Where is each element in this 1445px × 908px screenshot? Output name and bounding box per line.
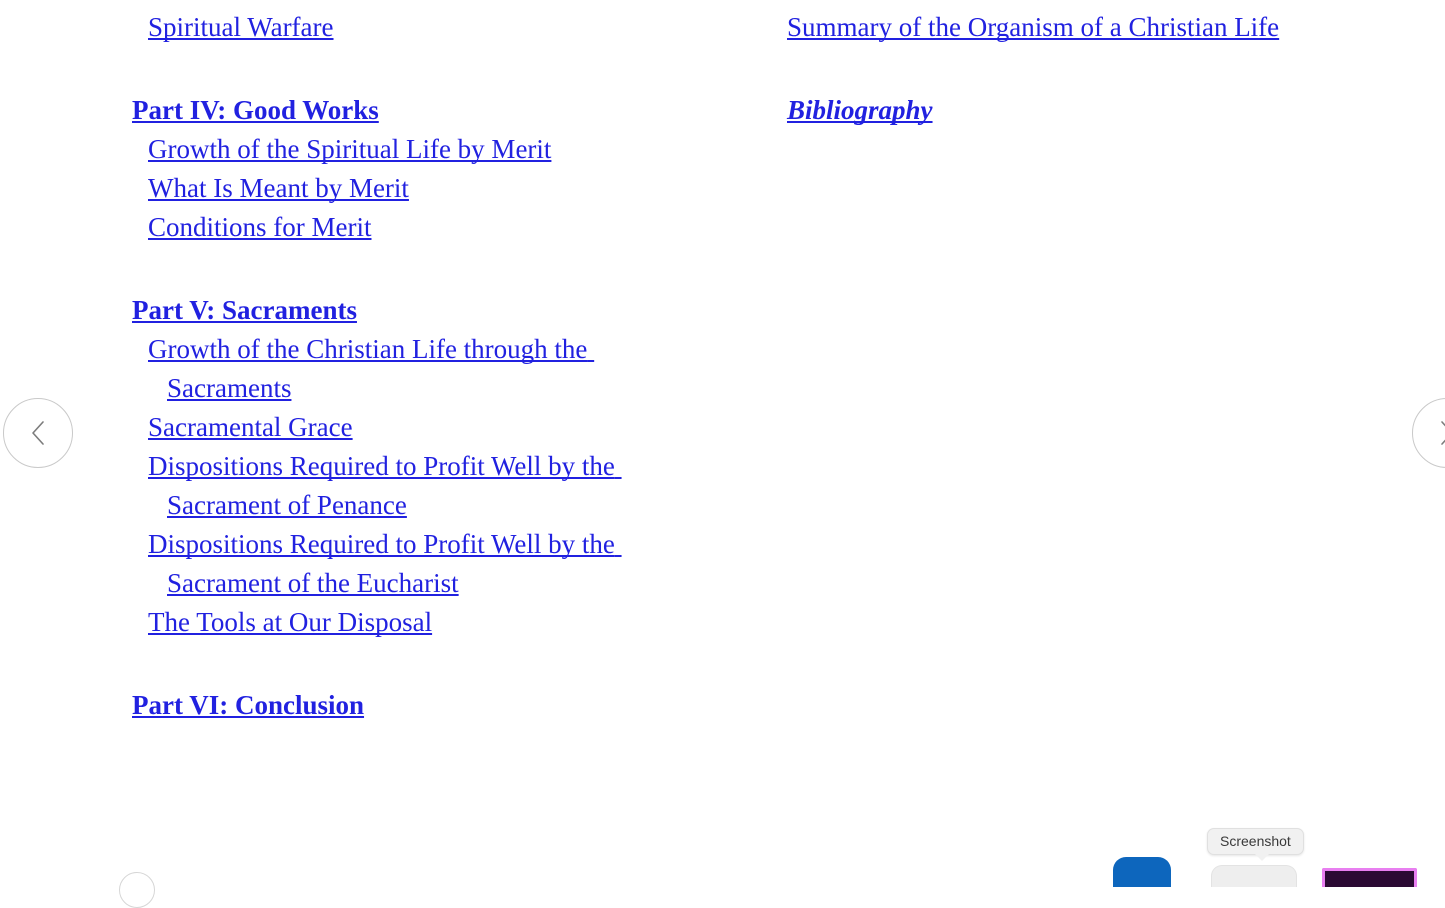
toc-link-spiritual-warfare[interactable]: Spiritual Warfare (148, 8, 692, 47)
toc-heading-part-iv[interactable]: Part IV: Good Works (132, 91, 692, 130)
top-offset-spacer (132, 0, 692, 8)
toc-link-bibliography[interactable]: Bibliography (787, 91, 1371, 130)
magenta-window-thumb[interactable] (1322, 868, 1417, 887)
toc-link-tools-at-our-disposal[interactable]: The Tools at Our Disposal (148, 603, 692, 642)
top-offset-spacer (771, 0, 1371, 8)
toc-heading-part-v[interactable]: Part V: Sacraments (132, 291, 692, 330)
toc-link-summary-organism-christian-life[interactable]: Summary of the Organism of a Christian L… (787, 8, 1371, 47)
toc-link-what-is-meant-by-merit[interactable]: What Is Meant by Merit (148, 169, 692, 208)
gray-control[interactable] (1211, 865, 1297, 887)
toc-left-column: Spiritual Warfare Part IV: Good Works Gr… (132, 0, 692, 725)
chevron-left-icon (29, 419, 47, 447)
screenshot-tooltip: Screenshot (1207, 828, 1304, 861)
chevron-right-icon (1438, 419, 1445, 447)
toc-right-column: Summary of the Organism of a Christian L… (771, 0, 1371, 130)
toc-heading-part-vi[interactable]: Part VI: Conclusion (132, 686, 692, 725)
toc-link-conditions-for-merit[interactable]: Conditions for Merit (148, 208, 692, 247)
previous-page-button[interactable] (3, 398, 73, 468)
toc-link-growth-spiritual-life-merit[interactable]: Growth of the Spiritual Life by Merit (148, 130, 692, 169)
toc-page: Spiritual Warfare Part IV: Good Works Gr… (0, 0, 1445, 887)
toc-link-sacramental-grace[interactable]: Sacramental Grace (148, 408, 692, 447)
bottom-circle-button[interactable] (119, 872, 155, 908)
blue-app-indicator[interactable] (1113, 857, 1171, 887)
toc-link-growth-christian-life-sacraments[interactable]: Growth of the Christian Life through the… (148, 330, 692, 408)
toc-link-dispositions-penance[interactable]: Dispositions Required to Profit Well by … (148, 447, 692, 525)
toc-link-dispositions-eucharist[interactable]: Dispositions Required to Profit Well by … (148, 525, 692, 603)
